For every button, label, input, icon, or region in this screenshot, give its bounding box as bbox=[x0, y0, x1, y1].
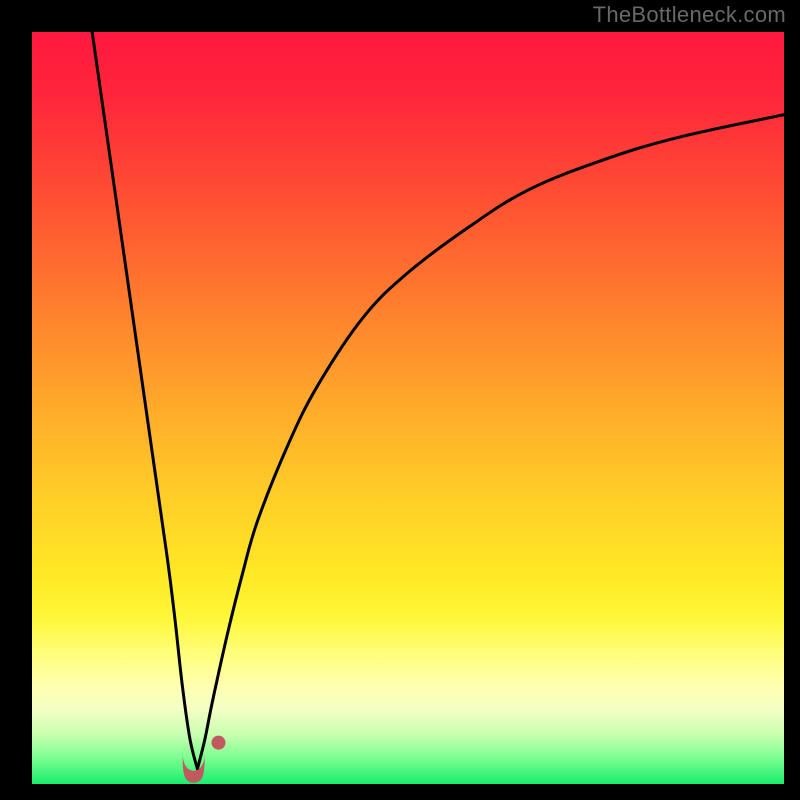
outer-frame: TheBottleneck.com bbox=[0, 0, 800, 800]
bottleneck-curve bbox=[32, 32, 784, 784]
marker-dot bbox=[211, 736, 225, 750]
watermark-label: TheBottleneck.com bbox=[593, 2, 786, 28]
curve-left-branch bbox=[92, 32, 197, 769]
curve-right-branch bbox=[197, 115, 784, 769]
plot-area bbox=[32, 32, 784, 784]
